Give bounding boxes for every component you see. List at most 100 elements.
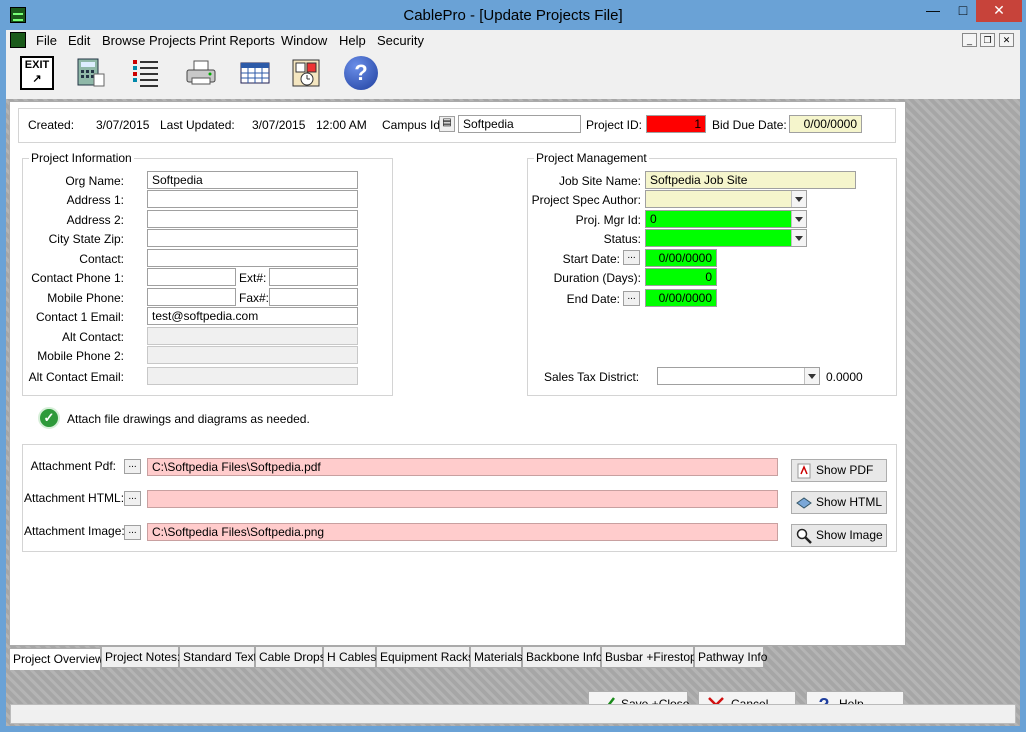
alt-contact-email-label: Alt Contact Email: (28, 370, 124, 384)
attach-note: Attach file drawings and diagrams as nee… (67, 412, 310, 426)
address1-field[interactable] (147, 190, 358, 208)
help-icon[interactable]: ? (344, 56, 378, 90)
mdi-close-icon[interactable]: ✕ (999, 33, 1014, 47)
campus-lookup-icon[interactable]: ▤ (439, 116, 455, 132)
campus-id-label: Campus Id: (382, 118, 444, 132)
client-area: File Edit Browse Projects Print Reports … (6, 30, 1020, 726)
attachment-pdf-label: Attachment Pdf: (30, 459, 116, 473)
address2-field[interactable] (147, 210, 358, 228)
campus-id-field[interactable]: Softpedia (458, 115, 581, 133)
last-updated-time: 12:00 AM (316, 118, 367, 132)
org-name-field[interactable]: Softpedia (147, 171, 358, 189)
tab-cable-drops[interactable]: Cable Drops (255, 646, 326, 668)
start-date-field[interactable]: 0/00/0000 (645, 249, 717, 267)
chevron-down-icon[interactable] (804, 368, 819, 384)
menu-browse-projects[interactable]: Browse Projects (102, 33, 196, 48)
attachment-html-field[interactable] (147, 490, 778, 508)
mdi-restore-icon[interactable]: ❐ (980, 33, 995, 47)
checkmark-icon: ✓ (38, 407, 60, 429)
tab-standard-text[interactable]: Standard Text (179, 646, 257, 668)
proj-mgr-id-label: Proj. Mgr Id: (575, 213, 641, 227)
end-date-picker-button[interactable]: ... (623, 291, 640, 306)
tab-project-overview[interactable]: Project Overview (9, 648, 104, 670)
list-icon[interactable] (130, 56, 164, 90)
attachment-pdf-browse-button[interactable]: ... (124, 459, 141, 474)
tab-equipment-racks[interactable]: Equipment Racks (376, 646, 474, 668)
address1-label: Address 1: (66, 193, 124, 207)
menu-bar: File Edit Browse Projects Print Reports … (6, 30, 1020, 51)
menu-security[interactable]: Security (377, 33, 424, 48)
tab-pathway-info[interactable]: Pathway Info (694, 646, 767, 668)
fax-field[interactable] (269, 288, 358, 306)
city-state-zip-label: City State Zip: (48, 232, 124, 246)
contact1-email-field[interactable]: test@softpedia.com (147, 307, 358, 325)
mobile-phone-label: Mobile Phone: (47, 291, 124, 305)
project-id-label: Project ID: (586, 118, 643, 132)
document-icon[interactable] (10, 32, 26, 48)
tab-materials[interactable]: Materials (470, 646, 523, 668)
bid-due-date-field[interactable]: 0/00/0000 (789, 115, 862, 133)
tab-h-cables[interactable]: H Cables (323, 646, 376, 668)
alt-contact-field[interactable] (147, 327, 358, 345)
attachment-image-browse-button[interactable]: ... (124, 525, 141, 540)
schedule-icon[interactable] (290, 56, 324, 90)
chevron-down-icon[interactable] (791, 191, 806, 207)
menu-edit[interactable]: Edit (68, 33, 90, 48)
created-value: 3/07/2015 (96, 118, 150, 132)
sales-tax-district-select[interactable] (657, 367, 820, 385)
menu-window[interactable]: Window (281, 33, 327, 48)
contact-phone1-field[interactable] (147, 268, 236, 286)
status-bar (10, 704, 1016, 724)
project-information-title: Project Information (29, 151, 134, 165)
duration-label: Duration (Days): (553, 271, 641, 285)
job-site-name-field[interactable]: Softpedia Job Site (645, 171, 856, 189)
menu-file[interactable]: File (36, 33, 57, 48)
minimize-icon[interactable]: — (918, 0, 948, 22)
project-spec-author-select[interactable] (645, 190, 807, 208)
duration-field[interactable]: 0 (645, 268, 717, 286)
html-icon (796, 495, 812, 511)
ext-field[interactable] (269, 268, 358, 286)
exit-button[interactable]: EXIT ↗ (20, 56, 54, 90)
show-pdf-button[interactable]: Show PDF (791, 459, 887, 482)
tab-project-notes[interactable]: Project Notes: (101, 646, 180, 668)
menu-print-reports[interactable]: Print Reports (199, 33, 275, 48)
mobile-phone2-field[interactable] (147, 346, 358, 364)
city-state-zip-field[interactable] (147, 229, 358, 247)
project-management-title: Project Management (534, 151, 649, 165)
proj-mgr-id-value: 0 (650, 212, 657, 226)
job-site-name-label: Job Site Name: (558, 174, 641, 188)
mobile-phone-field[interactable] (147, 288, 236, 306)
tab-backbone-info[interactable]: Backbone Info (522, 646, 603, 668)
start-date-picker-button[interactable]: ... (623, 250, 640, 265)
attachment-pdf-field[interactable]: C:\Softpedia Files\Softpedia.pdf (147, 458, 778, 476)
chevron-down-icon[interactable] (791, 230, 806, 246)
sales-tax-rate: 0.0000 (826, 370, 863, 384)
printer-icon[interactable] (184, 56, 218, 90)
show-html-button[interactable]: Show HTML (791, 491, 887, 514)
tab-busbar-firestops[interactable]: Busbar +Firestops (601, 646, 703, 668)
pdf-icon (796, 463, 812, 479)
close-icon[interactable]: ✕ (976, 0, 1022, 22)
chevron-down-icon[interactable] (791, 211, 806, 227)
end-date-field[interactable]: 0/00/0000 (645, 289, 717, 307)
arrow-icon: ↗ (32, 73, 42, 85)
alt-contact-email-field[interactable] (147, 367, 358, 385)
attachment-image-label: Attachment Image: (24, 524, 125, 538)
menu-help[interactable]: Help (339, 33, 366, 48)
attachment-image-field[interactable]: C:\Softpedia Files\Softpedia.png (147, 523, 778, 541)
window-title: CablePro - [Update Projects File] (403, 7, 623, 24)
attachment-html-label: Attachment HTML: (24, 491, 125, 505)
proj-mgr-id-select[interactable]: 0 (645, 210, 807, 228)
calendar-icon[interactable] (238, 56, 272, 90)
project-id-field[interactable]: 1 (646, 115, 706, 133)
toolbar: EXIT ↗ ? (6, 51, 1020, 99)
calculator-icon[interactable] (74, 56, 108, 90)
mdi-minimize-icon[interactable]: _ (962, 33, 977, 47)
contact-field[interactable] (147, 249, 358, 267)
maximize-icon[interactable]: □ (948, 0, 978, 22)
org-name-label: Org Name: (65, 174, 124, 188)
attachment-html-browse-button[interactable]: ... (124, 491, 141, 506)
status-select[interactable] (645, 229, 807, 247)
show-image-button[interactable]: Show Image (791, 524, 887, 547)
